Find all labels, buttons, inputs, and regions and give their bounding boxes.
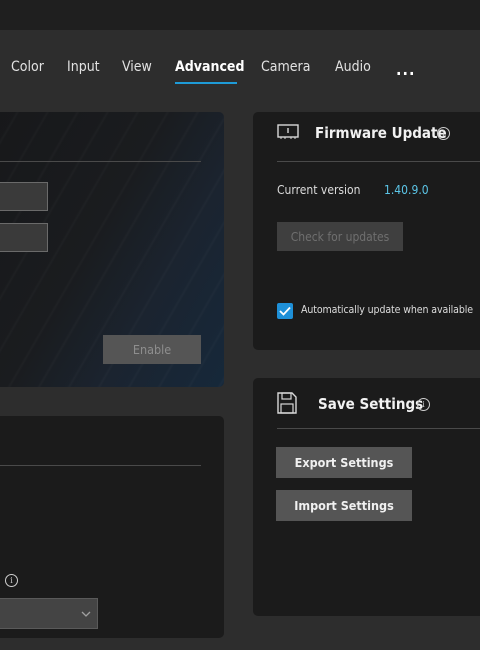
tab-view[interactable]: View — [122, 59, 152, 75]
chevron-down-icon — [81, 611, 91, 617]
checkmark-icon — [279, 306, 291, 316]
tab-input[interactable]: Input — [67, 59, 100, 75]
more-tabs-button[interactable]: ... — [396, 60, 415, 79]
current-version-label: Current version — [277, 183, 361, 197]
current-version-value: 1.40.9.0 — [384, 183, 429, 197]
save-settings-divider — [277, 428, 480, 429]
firmware-divider — [277, 161, 480, 162]
info-icon[interactable]: i — [5, 574, 18, 587]
tab-audio[interactable]: Audio — [335, 59, 371, 75]
import-settings-button[interactable]: Import Settings — [276, 490, 412, 521]
firmware-info-icon[interactable]: i — [437, 127, 450, 140]
auto-update-label[interactable]: Automatically update when available — [301, 304, 473, 316]
enable-button[interactable]: Enable — [103, 335, 201, 364]
tab-advanced[interactable]: Advanced — [175, 59, 244, 75]
auto-update-checkbox[interactable] — [277, 303, 293, 319]
save-settings-info-icon[interactable]: i — [417, 398, 430, 411]
export-settings-button[interactable]: Export Settings — [276, 447, 412, 478]
save-floppy-icon — [277, 392, 297, 414]
firmware-chip-icon — [277, 124, 299, 139]
firmware-update-title: Firmware Update — [315, 124, 447, 142]
active-tab-indicator — [175, 82, 237, 84]
window-top-bar — [0, 0, 480, 30]
save-settings-title: Save Settings — [318, 395, 424, 413]
left-dropdown[interactable] — [0, 598, 98, 629]
left-input-field-1[interactable] — [0, 182, 48, 211]
tab-camera[interactable]: Camera — [261, 59, 310, 75]
check-for-updates-button[interactable]: Check for updates — [277, 222, 403, 251]
left-card-divider — [0, 161, 201, 162]
left-lower-divider — [0, 465, 201, 466]
left-input-field-2[interactable] — [0, 223, 48, 252]
tab-color[interactable]: Color — [11, 59, 44, 75]
